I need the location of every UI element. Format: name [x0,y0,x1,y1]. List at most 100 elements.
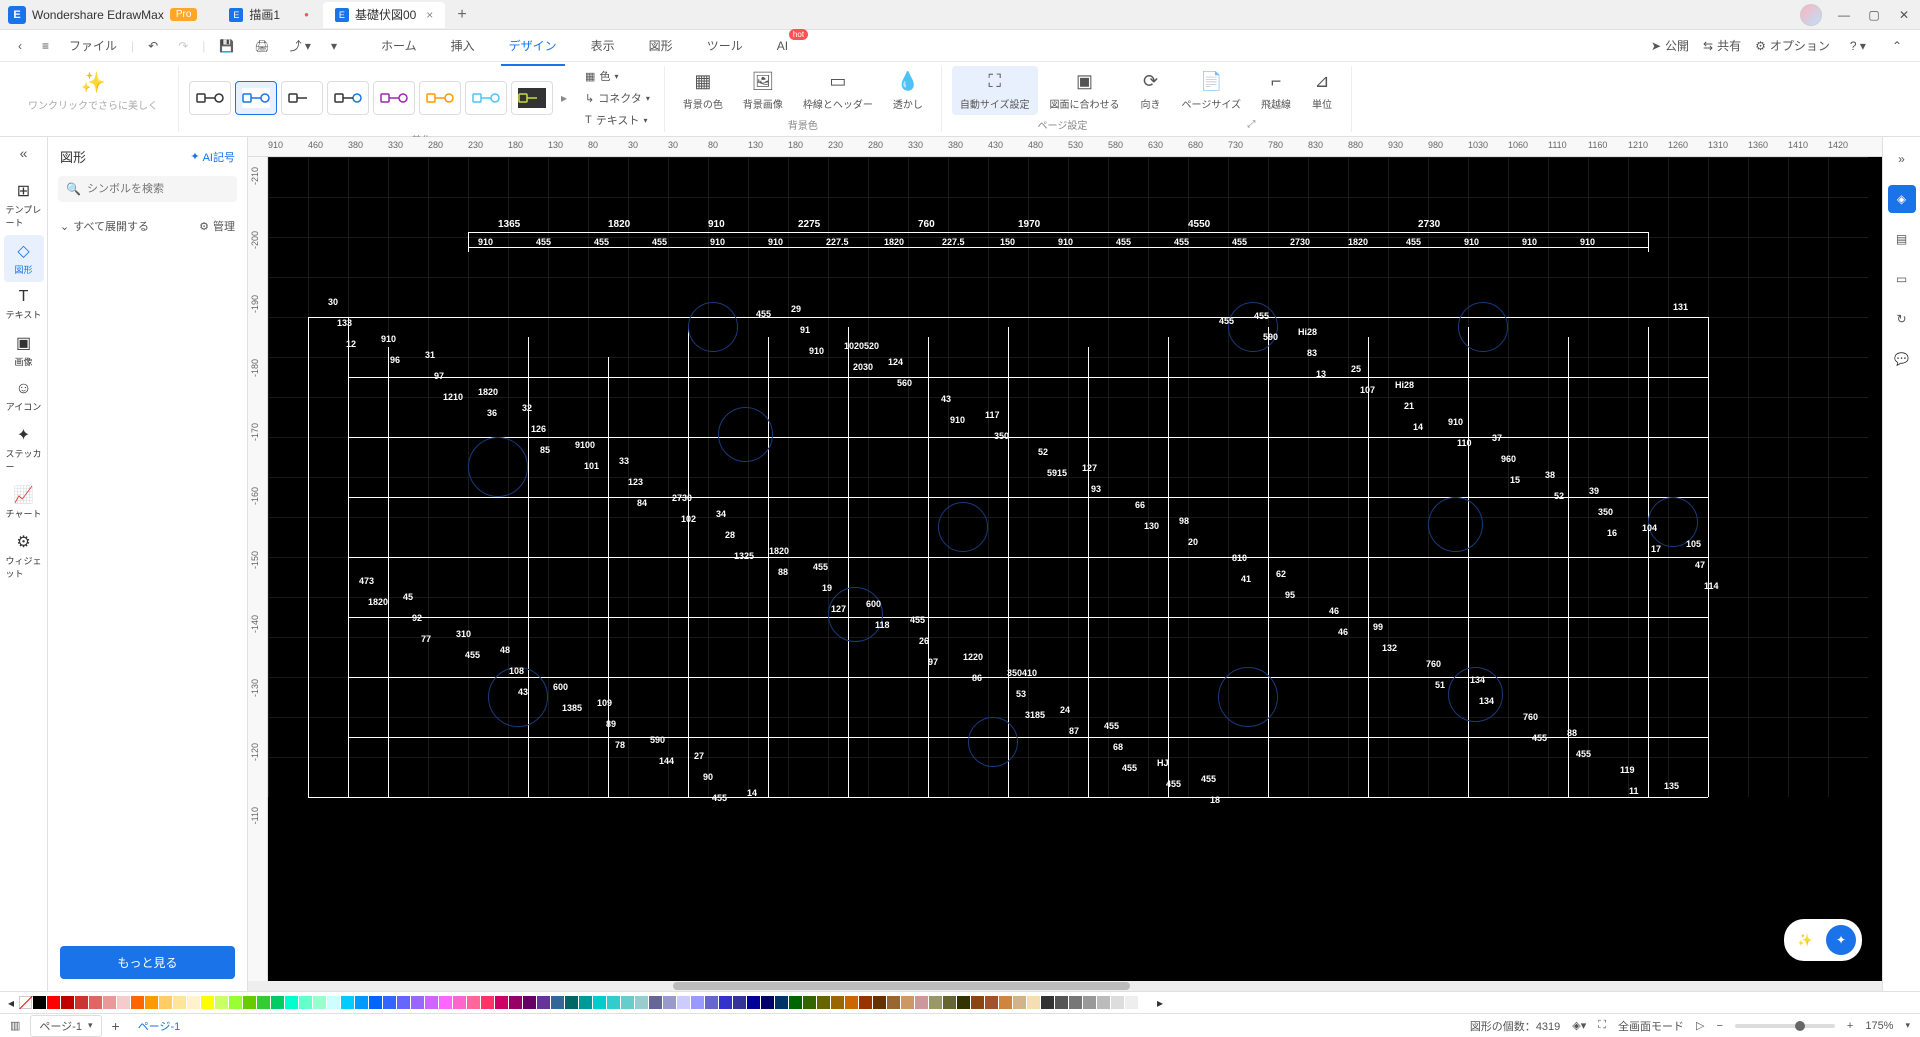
color-swatch[interactable] [117,996,130,1009]
color-dropdown[interactable]: ▦色▾ [581,66,654,86]
color-swatch[interactable] [957,996,970,1009]
preset-more-icon[interactable]: ▸ [561,91,567,105]
color-swatch[interactable] [635,996,648,1009]
redo-button[interactable]: ↷ [172,35,194,57]
style-preset-5[interactable] [419,81,461,115]
color-swatch[interactable] [1111,996,1124,1009]
color-swatch[interactable] [621,996,634,1009]
color-swatch[interactable] [397,996,410,1009]
connector-dropdown[interactable]: ↳コネクタ▾ [581,88,654,108]
help-button[interactable]: ? ▾ [1844,35,1872,57]
colorbar-prev-icon[interactable]: ◂ [8,996,14,1010]
main-tab-4[interactable]: 図形 [641,31,681,60]
collapse-ribbon-button[interactable]: ⌃ [1886,35,1908,57]
style-preset-6[interactable] [465,81,507,115]
color-swatch[interactable] [817,996,830,1009]
maximize-icon[interactable]: ▢ [1866,7,1882,23]
magic-wand-button[interactable]: ✨ [1790,925,1820,955]
zoom-in-button[interactable]: + [1847,1020,1853,1032]
color-swatch[interactable] [565,996,578,1009]
color-swatch[interactable] [747,996,760,1009]
color-swatch[interactable] [691,996,704,1009]
color-swatch[interactable] [789,996,802,1009]
ai-symbol-button[interactable]: ✦AI記号 [190,149,235,165]
rail-item-3[interactable]: ▣画像 [4,327,44,374]
main-tab-2[interactable]: デザイン [501,31,565,60]
avatar-icon[interactable] [1800,4,1822,26]
properties-button[interactable]: ◈ [1888,185,1916,213]
style-preset-2[interactable] [281,81,323,115]
color-swatch[interactable] [173,996,186,1009]
file-menu[interactable]: ファイル [63,33,123,58]
publish-button[interactable]: ➤公開 [1651,37,1689,54]
layers-icon[interactable]: ◈▾ [1572,1019,1586,1032]
color-swatch[interactable] [327,996,340,1009]
color-swatch[interactable] [719,996,732,1009]
rail-item-4[interactable]: ☺アイコン [4,374,44,419]
more-button[interactable]: ▾ [325,35,343,57]
bg-button-3[interactable]: 💧透かし [885,66,931,115]
pages-button[interactable]: ▤ [1888,225,1916,253]
page-button-4[interactable]: ⌐飛越線 [1253,66,1299,115]
expand-all-button[interactable]: ⌄すべて展開する [60,218,149,234]
undo-button[interactable]: ↶ [142,35,164,57]
search-box[interactable]: 🔍 [58,176,237,202]
main-tab-0[interactable]: ホーム [373,31,425,60]
color-swatch[interactable] [803,996,816,1009]
color-swatch[interactable] [999,996,1012,1009]
canvas[interactable]: ✨ ✦ 136518209102275760197045502730910455… [268,157,1882,981]
color-swatch[interactable] [579,996,592,1009]
more-button[interactable]: もっと見る [60,946,235,979]
bg-button-1[interactable]: 🖼背景画像 [735,66,791,115]
color-swatch[interactable] [593,996,606,1009]
manage-button[interactable]: ⚙管理 [199,218,235,234]
fullscreen-button[interactable]: 全画面モード [1618,1018,1684,1034]
color-swatch[interactable] [201,996,214,1009]
search-input[interactable] [87,183,229,195]
color-swatch[interactable] [425,996,438,1009]
add-tab-button[interactable]: + [457,6,466,24]
color-swatch[interactable] [985,996,998,1009]
color-swatch[interactable] [75,996,88,1009]
page-button-1[interactable]: ▣図面に合わせる [1042,66,1128,115]
doc-tab-1[interactable]: E 基礎伏図00 × [323,2,445,28]
scrollbar-horizontal[interactable] [248,981,1882,991]
present-icon[interactable]: ▷ [1696,1019,1704,1032]
history-button[interactable]: ↻ [1888,305,1916,333]
color-swatch[interactable] [677,996,690,1009]
main-tab-3[interactable]: 表示 [583,31,623,60]
rail-item-6[interactable]: 📈チャート [4,479,44,526]
color-swatch[interactable] [733,996,746,1009]
rail-item-0[interactable]: ⊞テンプレート [4,175,44,235]
collapse-left-icon[interactable]: « [20,145,28,161]
style-preset-0[interactable] [189,81,231,115]
text-dropdown[interactable]: Tテキスト▾ [581,110,654,130]
pages-list-icon[interactable]: ▥ [10,1019,20,1032]
color-swatch[interactable] [299,996,312,1009]
color-swatch[interactable] [145,996,158,1009]
export-button[interactable]: ⤴ ▾ [284,33,317,58]
color-swatch[interactable] [1097,996,1110,1009]
color-swatch[interactable] [61,996,74,1009]
color-swatch[interactable] [285,996,298,1009]
color-swatch[interactable] [607,996,620,1009]
page-tab[interactable]: ページ-1 [130,1016,189,1036]
color-swatch[interactable] [229,996,242,1009]
color-swatch[interactable] [47,996,60,1009]
color-swatch[interactable] [1139,996,1152,1009]
main-tab-6[interactable]: AIhot [769,33,796,59]
color-swatch[interactable] [243,996,256,1009]
ai-beautify-button[interactable]: ✨ ワンクリックでさらに美しく [18,66,168,116]
colorbar-next-icon[interactable]: ▸ [1157,996,1163,1010]
doc-tab-0[interactable]: E 描画1 ● [217,2,321,28]
color-swatch[interactable] [845,996,858,1009]
hamburger-icon[interactable]: ≡ [36,35,55,57]
color-swatch[interactable] [257,996,270,1009]
minimize-icon[interactable]: — [1836,7,1852,23]
bg-button-0[interactable]: ▦背景の色 [675,66,731,115]
ai-assist-button[interactable]: ✦ [1826,925,1856,955]
color-swatch[interactable] [971,996,984,1009]
color-swatch[interactable] [1013,996,1026,1009]
page-button-0[interactable]: ⛶自動サイズ設定 [952,66,1038,115]
color-swatch[interactable] [481,996,494,1009]
